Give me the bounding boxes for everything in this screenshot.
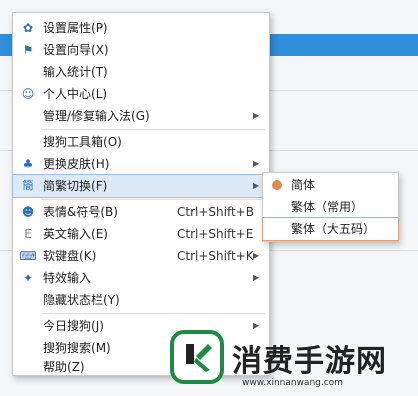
menu-separator xyxy=(41,199,265,200)
submenu-item-traditional-common[interactable]: 繁体（常用） xyxy=(263,196,398,218)
submenu-item-simplified[interactable]: 简体 xyxy=(263,174,398,196)
shirt-icon: ♣ xyxy=(22,157,34,171)
menu-item-manage-repair[interactable]: 管理/修复输入法(G) ▶ xyxy=(13,105,269,127)
submenu-arrow-icon: ▶ xyxy=(253,181,260,190)
submenu-arrow-icon: ▶ xyxy=(253,111,260,120)
menu-item-simplified-traditional[interactable]: 簡 简繁切换(F) ▶ xyxy=(12,174,270,198)
menu-item-change-skin[interactable]: ♣ 更换皮肤(H) ▶ xyxy=(13,153,269,175)
smiley-icon: ☻ xyxy=(21,205,35,219)
context-menu: ✿ 设置属性(P) ⚑ 设置向导(X) 输入统计(T) ☺ 个人中心(L) 管理… xyxy=(12,12,270,376)
submenu-arrow-icon: ▶ xyxy=(253,273,260,282)
menu-item-setup-wizard[interactable]: ⚑ 设置向导(X) xyxy=(13,39,269,61)
menu-item-settings[interactable]: ✿ 设置属性(P) xyxy=(13,17,269,39)
menu-item-english-input[interactable]: E 英文输入(E) Ctrl+Shift+E xyxy=(13,223,269,245)
menu-item-soft-keyboard[interactable]: ⌨ 软键盘(K) Ctrl+Shift+K ▶ xyxy=(13,245,269,267)
menu-item-toolbox[interactable]: 搜狗工具箱(O) xyxy=(13,131,269,153)
user-icon: ☺ xyxy=(21,87,35,101)
menu-item-effects-input[interactable]: ✦ 特效输入 ▶ xyxy=(13,267,269,289)
menu-item-hide-status-bar[interactable]: 隐藏状态栏(Y) xyxy=(13,289,269,311)
letter-e-icon: E xyxy=(24,227,32,241)
submenu-arrow-icon: ▶ xyxy=(253,159,260,168)
submenu-item-traditional-big5[interactable]: 繁体（大五码） xyxy=(262,217,399,241)
menu-separator xyxy=(41,313,265,314)
menu-separator xyxy=(41,129,265,130)
menu-item-emoji-symbols[interactable]: ☻ 表情&符号(B) Ctrl+Shift+B xyxy=(13,201,269,223)
watermark: 消费手游网 www.xinnanwang.com xyxy=(170,330,418,396)
simplified-traditional-icon: 簡 xyxy=(22,179,34,192)
effects-icon: ✦ xyxy=(22,271,34,285)
keyboard-icon: ⌨ xyxy=(19,249,37,263)
selected-radio-icon xyxy=(272,180,282,190)
watermark-title: 消费手游网 xyxy=(232,344,387,379)
menu-item-input-stats[interactable]: 输入统计(T) xyxy=(13,61,269,83)
gear-icon: ✿ xyxy=(22,21,34,35)
site-logo-icon xyxy=(170,330,224,384)
menu-item-personal-center[interactable]: ☺ 个人中心(L) xyxy=(13,83,269,105)
submenu-arrow-icon: ▶ xyxy=(253,251,260,260)
flag-icon: ⚑ xyxy=(22,43,34,57)
simplified-traditional-submenu: 简体 繁体（常用） 繁体（大五码） xyxy=(262,172,399,242)
watermark-url: www.xinnanwang.com xyxy=(242,378,343,388)
